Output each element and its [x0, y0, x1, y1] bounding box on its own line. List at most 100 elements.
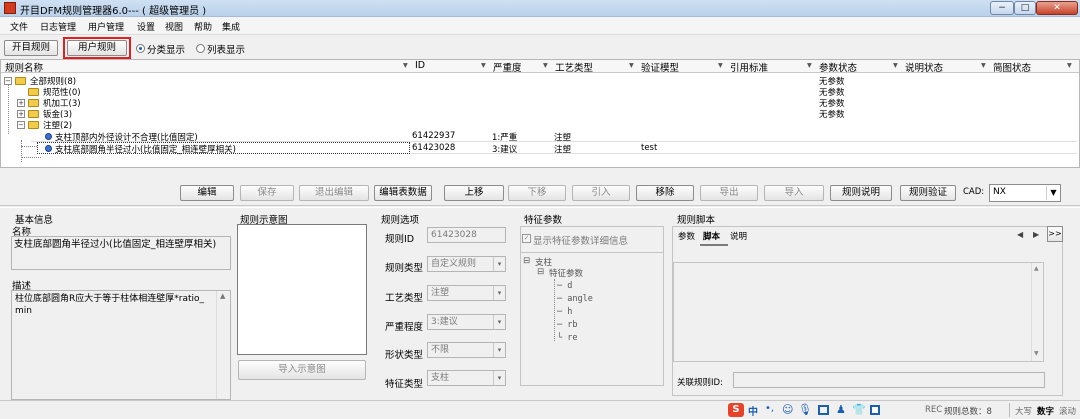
- tab-params[interactable]: 参数: [678, 230, 695, 242]
- menu-user[interactable]: 用户管理: [88, 20, 124, 33]
- rule-description-button[interactable]: 规则说明: [830, 185, 892, 201]
- expand-icon[interactable]: +: [17, 110, 25, 118]
- shape-type-label: 形状类型: [385, 350, 424, 361]
- move-down-button[interactable]: 下移: [508, 185, 566, 201]
- tab-next-icon[interactable]: ▶: [1033, 230, 1039, 239]
- collapse-icon[interactable]: −: [17, 121, 25, 129]
- tree-toggle-icon[interactable]: ⊟: [537, 267, 544, 277]
- scroll-up-icon[interactable]: ▲: [220, 292, 225, 300]
- ime-chinese-icon[interactable]: 中: [748, 403, 758, 418]
- rules-grid[interactable]: 规则名称 ▾ ID ▾ 严重度 ▾ 工艺类型 ▾ 验证模型 ▾ 引用标准 ▾ 参…: [0, 59, 1080, 168]
- voice-icon[interactable]: 🎙: [798, 403, 812, 416]
- remove-button[interactable]: 移除: [636, 185, 694, 201]
- rule-type-select[interactable]: 自定义规则 ▾: [427, 256, 506, 272]
- chevron-down-icon[interactable]: ▼: [1046, 186, 1060, 200]
- header-param-status[interactable]: 参数状态: [819, 60, 857, 74]
- classified-radio[interactable]: [136, 44, 145, 53]
- param-rb[interactable]: ─ rb: [557, 320, 578, 330]
- expand-icon[interactable]: +: [17, 99, 25, 107]
- header-desc-status[interactable]: 说明状态: [905, 60, 943, 74]
- tab-prev-icon[interactable]: ◀: [1017, 230, 1023, 239]
- keyboard-icon[interactable]: [818, 405, 829, 415]
- expand-arrows-icon[interactable]: >>: [1047, 226, 1063, 242]
- tree-toggle-icon[interactable]: ⊟: [523, 256, 530, 266]
- process-type-select[interactable]: 注塑 ▾: [427, 285, 506, 301]
- feature-group[interactable]: 特征参数: [549, 267, 583, 279]
- header-diagram-status[interactable]: 简图状态: [993, 60, 1031, 74]
- header-standard[interactable]: 引用标准: [730, 60, 768, 74]
- menu-file[interactable]: 文件: [10, 20, 28, 33]
- chevron-down-icon[interactable]: ▾: [493, 286, 505, 300]
- edit-button[interactable]: 编辑: [180, 185, 234, 201]
- show-details-checkbox[interactable]: ✓: [522, 234, 531, 243]
- header-severity[interactable]: 严重度: [493, 60, 522, 74]
- related-rule-field[interactable]: [733, 372, 1045, 388]
- splitter[interactable]: [0, 205, 1080, 208]
- menu-view[interactable]: 视图: [165, 20, 183, 33]
- header-process[interactable]: 工艺类型: [555, 60, 593, 74]
- tree-item-injection[interactable]: 注塑(2): [43, 119, 72, 131]
- user-rules-button[interactable]: 用户规则: [67, 40, 127, 56]
- feature-type-select[interactable]: 支柱 ▾: [427, 370, 506, 386]
- close-button[interactable]: ✕: [1036, 1, 1078, 15]
- header-sort-icon: ▾: [543, 60, 548, 71]
- name-field[interactable]: 支柱底部圆角半径过小(比值固定_相连壁厚相关): [11, 236, 231, 270]
- scrollbar[interactable]: ▲: [216, 291, 230, 399]
- scroll-up-icon[interactable]: ▲: [1034, 265, 1039, 272]
- open-rules-button[interactable]: 开目规则: [4, 40, 58, 56]
- severity-select[interactable]: 3:建议 ▾: [427, 314, 506, 330]
- severity-label: 严重程度: [385, 322, 424, 333]
- menu-log[interactable]: 日志管理: [40, 20, 76, 33]
- diagram-box[interactable]: [237, 224, 367, 355]
- header-id[interactable]: ID: [415, 60, 425, 73]
- rule-verify-button[interactable]: 规则验证: [900, 185, 956, 201]
- menu-integration[interactable]: 集成: [222, 20, 240, 33]
- header-model[interactable]: 验证模型: [641, 60, 679, 74]
- description-field[interactable]: 柱位底部圆角R应大于等于柱体相连壁厚*ratio_min ▲: [11, 290, 231, 400]
- window-title: 开目DFM规则管理器6.0--- ( 超级管理员 ): [20, 6, 207, 17]
- shirt-icon[interactable]: 👕: [852, 403, 866, 416]
- script-editor[interactable]: ▲ ▼: [673, 262, 1044, 362]
- tab-description[interactable]: 说明: [730, 230, 747, 242]
- cad-select[interactable]: NX ▼: [989, 184, 1061, 202]
- chevron-down-icon[interactable]: ▾: [493, 343, 505, 357]
- scrollbar[interactable]: ▲ ▼: [1031, 263, 1043, 361]
- grid-icon[interactable]: [870, 405, 880, 415]
- rule-id-field[interactable]: 61423028: [427, 227, 506, 243]
- options-title: 规则选项: [381, 215, 420, 226]
- export-button[interactable]: 导出: [700, 185, 758, 201]
- param-angle[interactable]: ─ angle: [557, 294, 593, 304]
- exit-edit-button[interactable]: 退出编辑: [299, 185, 369, 201]
- menu-settings[interactable]: 设置: [137, 20, 155, 33]
- param-d[interactable]: ─ d: [557, 281, 572, 291]
- header-rule-name[interactable]: 规则名称: [5, 60, 43, 74]
- app-icon: [4, 2, 16, 14]
- shape-type-select[interactable]: 不限 ▾: [427, 342, 506, 358]
- import-rule-button[interactable]: 引入: [572, 185, 630, 201]
- import-button[interactable]: 导入: [764, 185, 824, 201]
- edit-table-data-button[interactable]: 编辑表数据: [374, 185, 432, 201]
- scroll-down-icon[interactable]: ▼: [1034, 350, 1039, 357]
- param-re[interactable]: └ re: [557, 333, 578, 343]
- maximize-button[interactable]: □: [1014, 1, 1036, 15]
- feature-tree[interactable]: ⊟ 支柱 ⊟ 特征参数 ─ d ─ angle ─ h ─ rb └ re: [520, 252, 664, 386]
- rule-id: 61422937: [412, 131, 456, 141]
- tab-script[interactable]: 脚本: [703, 230, 720, 242]
- param-h[interactable]: ─ h: [557, 307, 572, 317]
- menu-help[interactable]: 帮助: [194, 20, 212, 33]
- minimize-button[interactable]: −: [990, 1, 1014, 15]
- table-row[interactable]: [411, 142, 1077, 154]
- move-up-button[interactable]: 上移: [444, 185, 504, 201]
- ime-punct-icon[interactable]: •,: [765, 403, 774, 414]
- chevron-down-icon[interactable]: ▾: [493, 257, 505, 271]
- list-radio[interactable]: [196, 44, 205, 53]
- ime-logo-icon[interactable]: S: [728, 403, 744, 417]
- param-status: 无参数: [819, 110, 845, 120]
- user-icon[interactable]: ♟: [836, 403, 846, 416]
- import-diagram-button[interactable]: 导入示意图: [238, 360, 366, 380]
- chevron-down-icon[interactable]: ▾: [493, 315, 505, 329]
- save-button[interactable]: 保存: [240, 185, 294, 201]
- emoji-icon[interactable]: ☺: [782, 403, 793, 416]
- chevron-down-icon[interactable]: ▾: [493, 371, 505, 385]
- collapse-icon[interactable]: −: [4, 77, 12, 85]
